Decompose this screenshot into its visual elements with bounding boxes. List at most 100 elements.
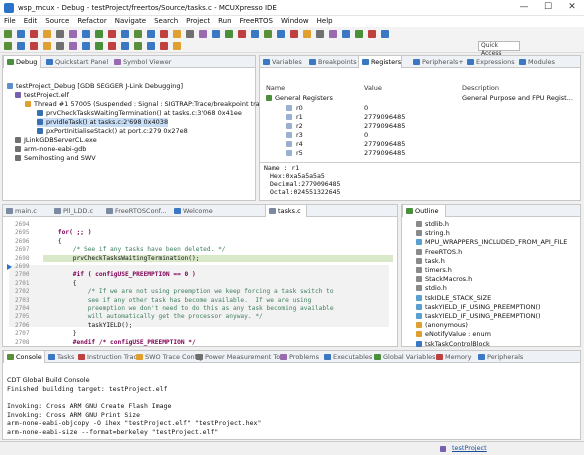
tab-breakpoints[interactable]: Breakpoints xyxy=(306,56,358,68)
toolbar-button-icon[interactable] xyxy=(30,42,38,50)
menu-freertos[interactable]: FreeRTOS xyxy=(236,16,277,27)
tree-semihosting[interactable]: Semihosting and SWV xyxy=(15,154,96,163)
menu-source[interactable]: Source xyxy=(41,16,73,27)
toolbar-button-icon[interactable] xyxy=(4,42,12,50)
toolbar-button-icon[interactable] xyxy=(264,30,272,38)
toolbar-button-icon[interactable] xyxy=(82,30,90,38)
tab-console-7[interactable]: Global Variables xyxy=(371,351,436,363)
toolbar-button-icon[interactable] xyxy=(43,42,51,50)
toolbar-button-icon[interactable] xyxy=(43,30,51,38)
menu-file[interactable]: File xyxy=(0,16,20,27)
tab-console-1[interactable]: Tasks xyxy=(45,351,75,363)
tab-tasks-c[interactable]: tasks.c xyxy=(265,205,307,217)
code-line[interactable]: prvCheckTasksWaitingTermination(); xyxy=(43,254,393,262)
toolbar-button-icon[interactable] xyxy=(381,30,389,38)
code-line[interactable]: /* If we are not using preemption we kee… xyxy=(43,288,393,295)
close-button[interactable]: ✕ xyxy=(560,0,584,16)
quick-access-input[interactable]: Quick Access xyxy=(478,41,520,57)
outline-item[interactable]: eNotifyValue : enum xyxy=(416,330,491,339)
outline-item[interactable]: taskYIELD_IF_USING_PREEMPTION() xyxy=(416,312,541,321)
menu-project[interactable]: Project xyxy=(182,16,214,27)
toolbar-button-icon[interactable] xyxy=(225,30,233,38)
tree-elf[interactable]: testProject.elf xyxy=(15,91,69,100)
tree-frame-3[interactable]: pxPortInitialiseStack() at port.c:279 0x… xyxy=(37,127,188,136)
col-description[interactable]: Description xyxy=(462,84,499,93)
toolbar-button-icon[interactable] xyxy=(329,30,337,38)
toolbar-button-icon[interactable] xyxy=(30,30,38,38)
toolbar-button-icon[interactable] xyxy=(95,42,103,50)
toolbar-button-icon[interactable] xyxy=(108,42,116,50)
toolbar-button-icon[interactable] xyxy=(290,30,298,38)
outline-item[interactable]: taskYIELD_IF_USING_PREEMPTION() xyxy=(416,303,541,312)
toolbar-button-icon[interactable] xyxy=(82,42,90,50)
toolbar-button-icon[interactable] xyxy=(277,30,285,38)
tab-expressions[interactable]: Expressions xyxy=(464,56,516,68)
code-line[interactable]: { xyxy=(43,280,393,287)
toolbar-button-icon[interactable] xyxy=(56,42,64,50)
toolbar-button-icon[interactable] xyxy=(199,30,207,38)
toolbar-button-icon[interactable] xyxy=(303,30,311,38)
toolbar-button-icon[interactable] xyxy=(4,30,12,38)
tree-frame-1[interactable]: prvCheckTasksWaitingTermination() at tas… xyxy=(37,109,242,118)
tab-pll-ldd-c[interactable]: Pll_LDD.c xyxy=(51,205,95,217)
outline-item[interactable]: tskTaskControlBlock xyxy=(416,340,490,349)
toolbar-button-icon[interactable] xyxy=(56,30,64,38)
toolbar-button-icon[interactable] xyxy=(17,42,25,50)
menu-refactor[interactable]: Refactor xyxy=(73,16,110,27)
tab-quickstart[interactable]: Quickstart Panel xyxy=(43,56,111,68)
tab-console-6[interactable]: Executables xyxy=(321,351,372,363)
toolbar-button-icon[interactable] xyxy=(355,30,363,38)
toolbar-button-icon[interactable] xyxy=(121,30,129,38)
outline-item[interactable]: FreeRTOS.h xyxy=(416,248,462,257)
outline-item[interactable]: stdlib.h xyxy=(416,220,449,229)
tab-console-3[interactable]: SWO Trace Config xyxy=(133,351,203,363)
outline-item[interactable]: timers.h xyxy=(416,266,452,275)
tree-gdb[interactable]: arm-none-eabi-gdb xyxy=(15,145,86,154)
tree-frame-2[interactable]: prvIdleTask() at tasks.c:2'698 0x4038 xyxy=(37,118,169,127)
col-value[interactable]: Value xyxy=(364,84,382,93)
minimize-button[interactable]: — xyxy=(512,0,536,16)
tab-console-4[interactable]: Power Measurement Tool xyxy=(193,351,286,363)
outline-item[interactable]: (anonymous) xyxy=(416,321,468,330)
code-line[interactable]: #endif /* configUSE_PREEMPTION */ xyxy=(43,339,393,346)
toolbar-button-icon[interactable] xyxy=(121,42,129,50)
menu-search[interactable]: Search xyxy=(150,16,182,27)
status-project[interactable]: testProject xyxy=(452,444,487,453)
code-line[interactable]: see if any other task has become availab… xyxy=(43,297,393,304)
outline-item[interactable]: task.h xyxy=(416,257,445,266)
tab-variables[interactable]: Variables xyxy=(260,56,306,68)
toolbar-button-icon[interactable] xyxy=(160,42,168,50)
toolbar-button-icon[interactable] xyxy=(134,42,142,50)
tree-thread[interactable]: Thread #1 57005 (Suspended : Signal : SI… xyxy=(25,100,266,109)
tab-console-5[interactable]: Problems xyxy=(277,351,321,363)
tab-peripherals-plus[interactable]: Peripherals+ xyxy=(410,56,464,68)
toolbar-button-icon[interactable] xyxy=(173,42,181,50)
tab-console-0[interactable]: Console xyxy=(3,351,45,363)
toolbar-button-icon[interactable] xyxy=(186,30,194,38)
toolbar-button-icon[interactable] xyxy=(95,30,103,38)
outline-item[interactable]: tskIDLE_STACK_SIZE xyxy=(416,294,491,303)
tab-debug[interactable]: Debug xyxy=(3,56,41,68)
tab-registers[interactable]: Registers xyxy=(358,56,402,68)
code-line[interactable]: for( ;; ) xyxy=(43,229,393,236)
outline-item[interactable]: stdio.h xyxy=(416,284,447,293)
toolbar-button-icon[interactable] xyxy=(316,30,324,38)
menu-navigate[interactable]: Navigate xyxy=(111,16,150,27)
toolbar-button-icon[interactable] xyxy=(238,30,246,38)
toolbar-button-icon[interactable] xyxy=(212,30,220,38)
menu-edit[interactable]: Edit xyxy=(20,16,42,27)
tab-modules[interactable]: Modules xyxy=(516,56,562,68)
toolbar-button-icon[interactable] xyxy=(342,30,350,38)
menu-run[interactable]: Run xyxy=(214,16,235,27)
tab-symbol-viewer[interactable]: Symbol Viewer xyxy=(111,56,173,68)
outline-item[interactable]: string.h xyxy=(416,229,450,238)
toolbar-button-icon[interactable] xyxy=(69,42,77,50)
toolbar-button-icon[interactable] xyxy=(147,30,155,38)
register-group[interactable]: General Registers xyxy=(266,94,333,103)
tab-main-c[interactable]: main.c xyxy=(3,205,41,217)
toolbar-button-icon[interactable] xyxy=(251,30,259,38)
tree-gdbserver[interactable]: JLinkGDBServerCL.exe xyxy=(15,136,97,145)
col-name[interactable]: Name xyxy=(266,84,285,93)
maximize-button[interactable]: ☐ xyxy=(536,0,560,16)
tab-console-2[interactable]: Instruction Trace xyxy=(75,351,141,363)
